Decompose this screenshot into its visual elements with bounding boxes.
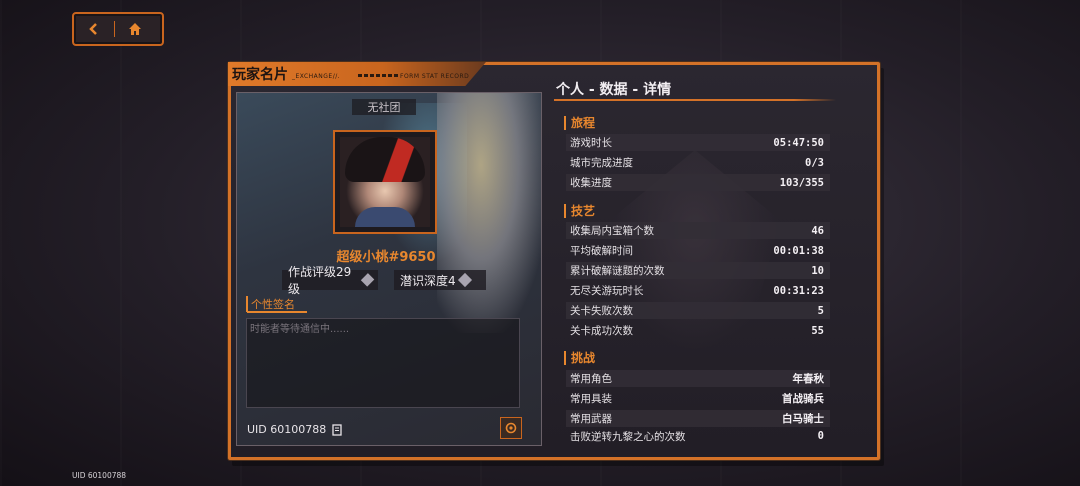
stat-label: 城市完成进度 xyxy=(570,157,633,169)
chevron-left-icon xyxy=(89,23,97,35)
stat-value: 首战骑兵 xyxy=(782,393,824,405)
home-icon xyxy=(129,23,141,35)
rank-emblem-icon xyxy=(360,273,375,287)
depth-badge[interactable]: 潜识深度4 xyxy=(394,270,486,290)
stat-row: 常用具装 首战骑兵 xyxy=(566,390,830,407)
section-skill: 技艺 xyxy=(564,204,595,218)
stat-label: 击败逆转九黎之心的次数 xyxy=(570,430,686,443)
section-journey: 旅程 xyxy=(564,116,595,130)
signature-underline xyxy=(247,311,307,313)
stat-label: 收集局内宝箱个数 xyxy=(570,225,654,237)
card-uid-text: UID 60100788 xyxy=(247,423,327,436)
panel-header-decoration xyxy=(358,74,398,77)
card-character-art xyxy=(437,93,541,333)
panel-title: 玩家名片 xyxy=(232,67,288,83)
stat-label: 游戏时长 xyxy=(570,137,612,149)
stat-value: 103/355 xyxy=(779,176,824,189)
stat-row: 平均破解时间 00:01:38 xyxy=(566,242,830,259)
detail-title: 个人 - 数据 - 详情 xyxy=(556,82,672,98)
stat-row: 游戏时长 05:47:50 xyxy=(566,134,830,151)
card-uid[interactable]: UID 60100788 xyxy=(247,423,343,436)
stat-row: 收集进度 103/355 xyxy=(566,174,830,191)
stat-row: 常用武器 白马骑士 xyxy=(566,410,830,427)
stat-label: 平均破解时间 xyxy=(570,245,633,257)
guild-label: 无社团 xyxy=(352,99,416,115)
avatar-body xyxy=(355,207,415,227)
stat-label: 常用具装 xyxy=(570,393,612,405)
stat-label: 累计破解谜题的次数 xyxy=(570,265,665,277)
stat-row: 击败逆转九黎之心的次数 0 xyxy=(566,430,830,442)
stat-label: 无尽关游玩时长 xyxy=(570,285,644,297)
copy-icon[interactable] xyxy=(332,423,343,436)
stat-row: 累计破解谜题的次数 10 xyxy=(566,262,830,279)
stat-value: 00:01:38 xyxy=(773,244,824,257)
home-button[interactable] xyxy=(115,16,155,42)
rank-badge[interactable]: 作战评级29级 xyxy=(282,265,378,296)
avatar-hair xyxy=(345,137,425,182)
panel-subtitle-right: FORM STAT RECORD xyxy=(400,73,470,80)
back-button[interactable] xyxy=(74,16,114,42)
top-nav xyxy=(72,12,164,46)
stat-value: 白马骑士 xyxy=(782,413,824,425)
stat-label: 关卡失败次数 xyxy=(570,305,633,317)
depth-emblem-icon xyxy=(457,272,472,288)
card-settings-button[interactable] xyxy=(500,417,522,439)
stat-value: 10 xyxy=(811,264,824,277)
stat-row: 常用角色 年春秋 xyxy=(566,370,830,387)
signature-placeholder: 时能者等待通信中...... xyxy=(250,324,350,335)
stat-value: 5 xyxy=(817,304,824,317)
panel-subtitle-left: _EXCHANGE//. xyxy=(292,73,341,80)
avatar xyxy=(340,137,430,227)
stat-row: 关卡成功次数 55 xyxy=(566,322,830,339)
footer-uid: UID 60100788 xyxy=(72,471,127,480)
section-challenge: 挑战 xyxy=(564,351,595,365)
stat-row: 关卡失败次数 5 xyxy=(566,302,830,319)
stat-value: 00:31:23 xyxy=(773,284,824,297)
gear-icon xyxy=(505,422,517,434)
stat-row: 无尽关游玩时长 00:31:23 xyxy=(566,282,830,299)
stat-value: 年春秋 xyxy=(792,373,825,385)
depth-label: 潜识深度4 xyxy=(400,273,456,288)
stat-row: 城市完成进度 0/3 xyxy=(566,154,830,171)
detail-title-underline xyxy=(554,99,836,101)
stat-value: 46 xyxy=(811,224,824,237)
rank-label: 作战评级29级 xyxy=(288,265,352,296)
stat-label: 常用武器 xyxy=(570,413,612,425)
stat-value: 0 xyxy=(817,430,824,442)
stat-row: 收集局内宝箱个数 46 xyxy=(566,222,830,239)
signature-label: 个性签名 xyxy=(246,296,295,312)
stat-label: 收集进度 xyxy=(570,177,612,189)
stat-label: 常用角色 xyxy=(570,373,612,385)
stat-value: 0/3 xyxy=(805,156,824,169)
stat-value: 55 xyxy=(811,324,824,337)
stat-value: 05:47:50 xyxy=(773,136,824,149)
stat-label: 关卡成功次数 xyxy=(570,325,633,337)
